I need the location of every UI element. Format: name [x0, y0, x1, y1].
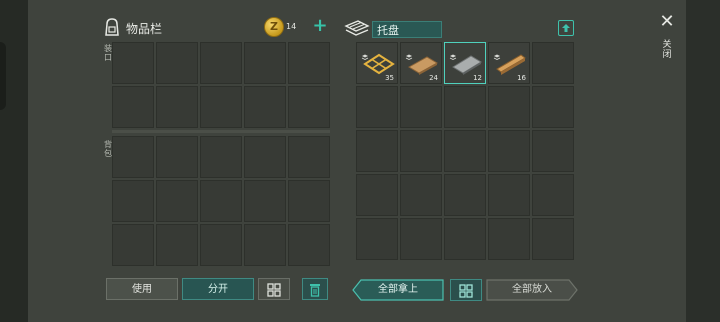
- equip-slot[interactable]: [244, 86, 286, 128]
- item-quantity: 35: [385, 74, 394, 82]
- backpack-slot[interactable]: [200, 180, 242, 222]
- backpack-slot[interactable]: [112, 180, 154, 222]
- equip-grid: [112, 42, 330, 128]
- container-slot[interactable]: [444, 174, 486, 216]
- equip-slot[interactable]: [156, 86, 198, 128]
- backpack-icon: [102, 17, 122, 41]
- take-all-label: 全部拿上: [378, 284, 418, 295]
- screen-edge-right: [686, 0, 720, 322]
- container-slot[interactable]: [532, 130, 574, 172]
- backpack-slot[interactable]: [288, 180, 330, 222]
- container-name-field[interactable]: 托盘: [372, 21, 442, 38]
- add-coins-button[interactable]: +: [312, 17, 328, 35]
- container-slot[interactable]: [356, 174, 398, 216]
- section-divider: [112, 130, 330, 133]
- container-slot[interactable]: [488, 130, 530, 172]
- equip-slot[interactable]: [112, 42, 154, 84]
- take-all-button[interactable]: 全部拿上: [352, 279, 444, 301]
- backpack-slot[interactable]: [200, 224, 242, 266]
- container-sort-button[interactable]: [558, 20, 574, 36]
- container-slot[interactable]: [532, 86, 574, 128]
- put-all-label: 全部放入: [512, 284, 552, 295]
- item-quantity: 16: [517, 74, 526, 82]
- backpack-slot[interactable]: [156, 136, 198, 178]
- upload-icon: [561, 23, 570, 32]
- coin-count: 14: [286, 22, 297, 31]
- container-slot[interactable]: [444, 86, 486, 128]
- container-slot[interactable]: 35: [356, 42, 398, 84]
- container-slot[interactable]: [400, 174, 442, 216]
- equip-slot[interactable]: [200, 42, 242, 84]
- container-slot[interactable]: [400, 86, 442, 128]
- inventory-title: 物品栏: [126, 22, 163, 36]
- use-button[interactable]: 使用: [106, 278, 178, 300]
- backpack-grid: [112, 136, 330, 266]
- container-slot[interactable]: [356, 218, 398, 260]
- split-button[interactable]: 分开: [182, 278, 254, 300]
- equip-slot[interactable]: [244, 42, 286, 84]
- container-slot-selected[interactable]: 12: [444, 42, 486, 84]
- equip-slot[interactable]: [156, 42, 198, 84]
- container-slot[interactable]: [532, 42, 574, 84]
- container-slot[interactable]: [532, 174, 574, 216]
- close-icon[interactable]: ✕: [659, 13, 675, 31]
- put-all-button[interactable]: 全部放入: [486, 279, 578, 301]
- sort-inventory-button[interactable]: [258, 278, 290, 300]
- item-quantity: 12: [473, 74, 482, 82]
- equip-slot[interactable]: [200, 86, 242, 128]
- backpack-slot[interactable]: [288, 136, 330, 178]
- container-slot[interactable]: [400, 130, 442, 172]
- container-slot[interactable]: [356, 130, 398, 172]
- container-slot[interactable]: [444, 130, 486, 172]
- container-slot[interactable]: [532, 218, 574, 260]
- backpack-slot[interactable]: [244, 136, 286, 178]
- equip-slot[interactable]: [112, 86, 154, 128]
- container-slot[interactable]: 24: [400, 42, 442, 84]
- backpack-slot[interactable]: [200, 136, 242, 178]
- container-slot[interactable]: [488, 174, 530, 216]
- container-grid: 35 24 12 16: [356, 42, 574, 268]
- equip-slot[interactable]: [288, 86, 330, 128]
- close-label[interactable]: 关闭: [662, 40, 672, 60]
- container-slot[interactable]: [444, 218, 486, 260]
- sort-container-button[interactable]: [450, 279, 482, 301]
- screen-edge-left: [0, 0, 28, 322]
- grid-icon: [459, 284, 473, 298]
- coin-icon: Z: [264, 17, 284, 37]
- backpack-slot[interactable]: [112, 224, 154, 266]
- screen-notch: [0, 42, 6, 110]
- pallet-icon: [344, 18, 370, 42]
- trash-button[interactable]: [302, 278, 328, 300]
- container-header: 托盘: [342, 16, 582, 42]
- grid-icon: [267, 283, 281, 297]
- trash-icon: [310, 284, 320, 297]
- backpack-slot[interactable]: [288, 224, 330, 266]
- container-slot[interactable]: [488, 218, 530, 260]
- container-slot[interactable]: [356, 86, 398, 128]
- inventory-header: 物品栏 Z 14 +: [100, 16, 332, 42]
- backpack-slot[interactable]: [112, 136, 154, 178]
- backpack-slot[interactable]: [244, 180, 286, 222]
- backpack-slot[interactable]: [156, 180, 198, 222]
- backpack-slot[interactable]: [244, 224, 286, 266]
- item-quantity: 24: [429, 74, 438, 82]
- container-slot[interactable]: [400, 218, 442, 260]
- container-slot[interactable]: 16: [488, 42, 530, 84]
- backpack-slot[interactable]: [156, 224, 198, 266]
- container-slot[interactable]: [488, 86, 530, 128]
- equip-slot[interactable]: [288, 42, 330, 84]
